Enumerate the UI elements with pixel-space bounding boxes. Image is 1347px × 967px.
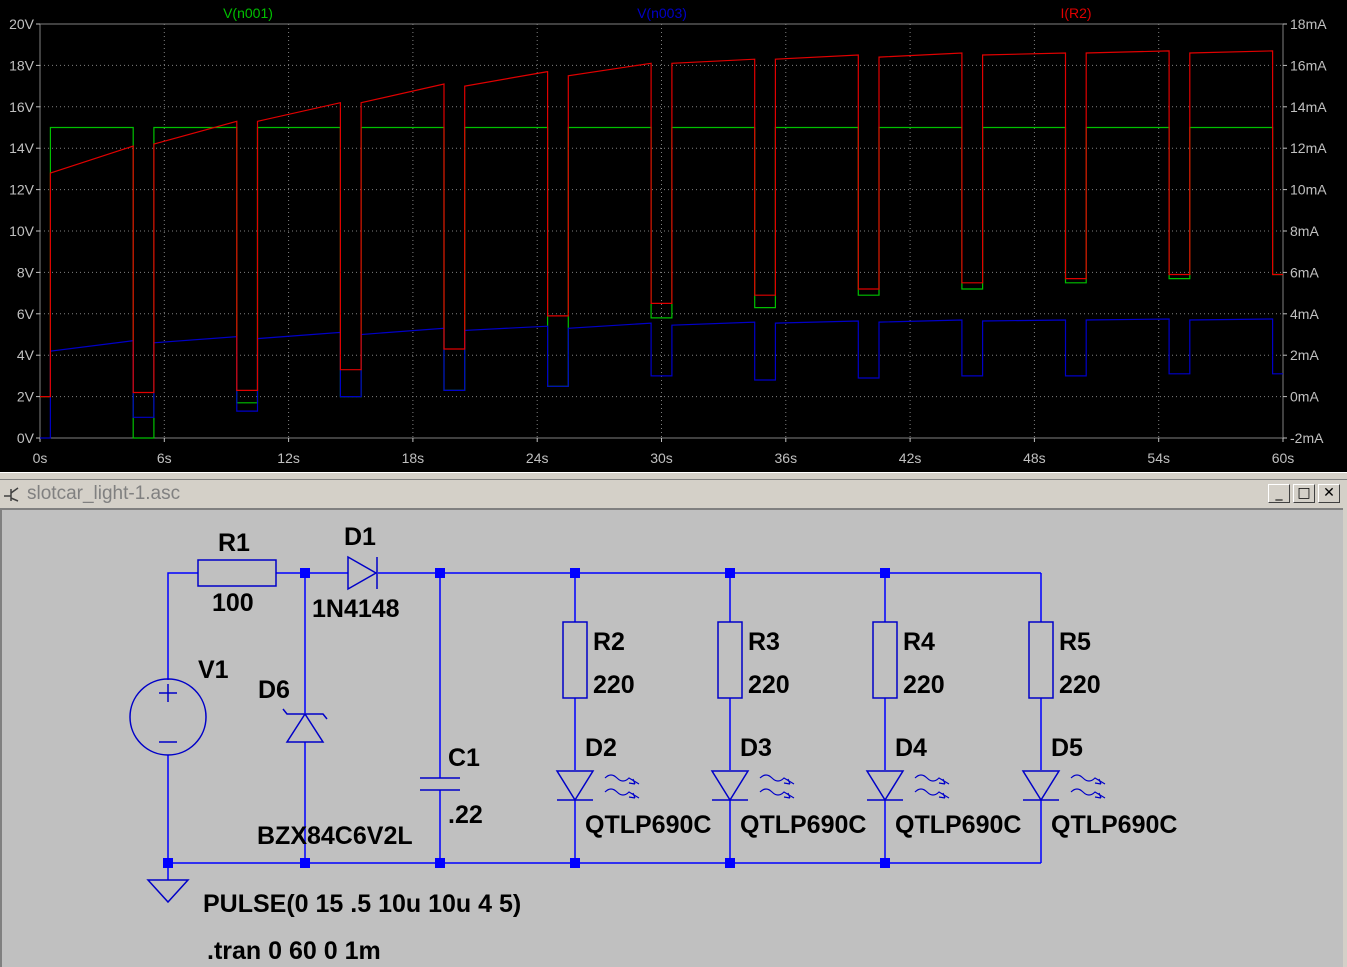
branch-r4: R4 220 D4 QTLP690C xyxy=(865,621,1021,839)
r5-name: R5 xyxy=(1059,628,1091,656)
x-tick-label: 12s xyxy=(277,450,300,466)
trace-label-vn001[interactable]: V(n001) xyxy=(223,5,273,21)
y-left-tick-label: 8V xyxy=(17,264,35,280)
d2-value: QTLP690C xyxy=(585,811,711,839)
y-right-tick-label: 16mA xyxy=(1290,57,1327,73)
c1-value: .22 xyxy=(448,801,483,829)
zener-diode-d6[interactable] xyxy=(282,708,328,743)
schematic-drawing[interactable]: R1 100 D1 1N4148 V1 D6 BZX84C6V2L C1 .22… xyxy=(2,510,1343,967)
led-d2[interactable] xyxy=(555,770,640,802)
y-axis-left: 20V 18V 16V 14V 12V 10V 8V 6V 4V 2V 0V xyxy=(9,16,40,446)
r2-value: 220 xyxy=(593,671,635,699)
r5-value: 220 xyxy=(1059,671,1101,699)
y-left-tick-label: 6V xyxy=(17,306,35,322)
y-left-tick-label: 20V xyxy=(9,16,35,32)
y-right-tick-label: 12mA xyxy=(1290,140,1327,156)
y-left-tick-label: 14V xyxy=(9,140,35,156)
waveform-viewer[interactable]: 20V 18V 16V 14V 12V 10V 8V 6V 4V 2V 0V 18mA 16mA 14m… xyxy=(0,0,1347,472)
source-spec[interactable]: PULSE(0 15 .5 10u 10u 4 5) xyxy=(203,890,521,918)
trace-label-ir2[interactable]: I(R2) xyxy=(1060,5,1091,21)
minimize-button[interactable]: _ xyxy=(1268,484,1290,503)
y-left-tick-label: 18V xyxy=(9,57,35,73)
c1-name: C1 xyxy=(448,744,480,772)
x-tick-label: 24s xyxy=(526,450,549,466)
ground-symbol[interactable] xyxy=(146,879,190,904)
schematic-window: slotcar_light-1.asc _ □ ✕ R1 100 D1 1N41… xyxy=(0,480,1347,967)
r4-name: R4 xyxy=(903,628,935,656)
d5-value: QTLP690C xyxy=(1051,811,1177,839)
pane-splitter[interactable] xyxy=(0,472,1347,480)
y-left-tick-label: 0V xyxy=(17,430,35,446)
y-right-tick-label: 18mA xyxy=(1290,16,1327,32)
x-tick-label: 60s xyxy=(1272,450,1295,466)
r2-name: R2 xyxy=(593,628,625,656)
y-left-tick-label: 2V xyxy=(17,389,35,405)
d4-name: D4 xyxy=(895,734,927,762)
y-right-tick-label: -2mA xyxy=(1290,430,1324,446)
x-tick-label: 42s xyxy=(899,450,922,466)
close-button[interactable]: ✕ xyxy=(1318,484,1340,503)
y-left-tick-label: 16V xyxy=(9,99,35,115)
led-branches: R2 220 D2 QTLP690C R3 220 D3 QTLP690C R4 220 D4 QTL… xyxy=(555,621,1177,839)
branch-r2: R2 220 D2 QTLP690C xyxy=(555,621,711,839)
r1-value: 100 xyxy=(212,589,254,617)
maximize-button[interactable]: □ xyxy=(1293,484,1315,503)
d3-name: D3 xyxy=(740,734,772,762)
x-tick-label: 54s xyxy=(1147,450,1170,466)
y-right-tick-label: 4mA xyxy=(1290,306,1319,322)
d2-name: D2 xyxy=(585,734,617,762)
resistor-r5[interactable] xyxy=(1028,621,1054,699)
window-title: slotcar_light-1.asc xyxy=(27,483,181,504)
y-left-tick-label: 4V xyxy=(17,347,35,363)
r3-name: R3 xyxy=(748,628,780,656)
d3-value: QTLP690C xyxy=(740,811,866,839)
x-tick-label: 0s xyxy=(33,450,48,466)
d6-value: BZX84C6V2L xyxy=(257,822,413,850)
tran-directive[interactable]: .tran 0 60 0 1m xyxy=(207,937,381,965)
schematic-icon xyxy=(4,487,19,502)
resistor-r1[interactable] xyxy=(197,559,277,587)
y-left-tick-label: 10V xyxy=(9,223,35,239)
x-tick-label: 48s xyxy=(1023,450,1046,466)
resistor-r2[interactable] xyxy=(562,621,588,699)
led-d5[interactable] xyxy=(1021,770,1106,802)
y-right-tick-label: 14mA xyxy=(1290,99,1327,115)
y-left-tick-label: 12V xyxy=(9,182,35,198)
window-titlebar[interactable]: slotcar_light-1.asc _ □ ✕ xyxy=(0,480,1347,506)
capacitor-c1[interactable] xyxy=(420,777,460,791)
d5-name: D5 xyxy=(1051,734,1083,762)
branch-r3: R3 220 D3 QTLP690C xyxy=(710,621,866,839)
x-axis: 0s 6s 12s 18s 24s 30s 36s 42s 48s 54s 60s xyxy=(33,438,1295,466)
r3-value: 220 xyxy=(748,671,790,699)
d6-name: D6 xyxy=(258,676,290,704)
y-right-tick-label: 2mA xyxy=(1290,347,1319,363)
d4-value: QTLP690C xyxy=(895,811,1021,839)
d1-value: 1N4148 xyxy=(312,595,400,623)
resistor-r3[interactable] xyxy=(717,621,743,699)
x-tick-label: 18s xyxy=(402,450,425,466)
x-tick-label: 6s xyxy=(157,450,172,466)
branch-r5: R5 220 D5 QTLP690C xyxy=(1021,621,1177,839)
y-right-tick-label: 0mA xyxy=(1290,389,1319,405)
x-tick-label: 36s xyxy=(775,450,798,466)
voltage-source-v1[interactable] xyxy=(129,678,207,756)
schematic-canvas[interactable]: R1 100 D1 1N4148 V1 D6 BZX84C6V2L C1 .22… xyxy=(0,508,1343,967)
r4-value: 220 xyxy=(903,671,945,699)
trace-vn001[interactable] xyxy=(40,126,1283,439)
led-d3[interactable] xyxy=(710,770,795,802)
diode-d1[interactable] xyxy=(347,555,378,591)
y-right-tick-label: 10mA xyxy=(1290,182,1327,198)
resistor-r4[interactable] xyxy=(872,621,898,699)
d1-name: D1 xyxy=(344,523,376,551)
waveform-plot[interactable]: 20V 18V 16V 14V 12V 10V 8V 6V 4V 2V 0V 18mA 16mA 14m… xyxy=(0,0,1347,472)
trace-label-vn003[interactable]: V(n003) xyxy=(637,5,687,21)
x-tick-label: 30s xyxy=(650,450,673,466)
v1-name: V1 xyxy=(198,656,229,684)
y-right-tick-label: 6mA xyxy=(1290,264,1319,280)
led-d4[interactable] xyxy=(865,770,950,802)
y-axis-right: 18mA 16mA 14mA 12mA 10mA 8mA 6mA 4mA 2mA 0mA -2mA xyxy=(1283,16,1327,446)
y-right-tick-label: 8mA xyxy=(1290,223,1319,239)
r1-name: R1 xyxy=(218,529,250,557)
